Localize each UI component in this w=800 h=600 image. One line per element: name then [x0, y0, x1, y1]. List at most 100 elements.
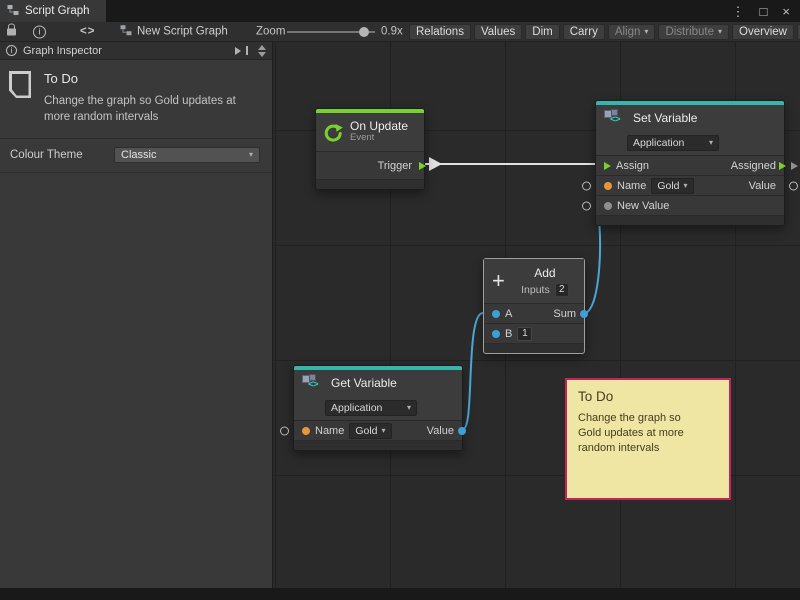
inspector-header: i Graph Inspector — [0, 42, 272, 60]
chevron-down-icon: ▾ — [644, 28, 648, 36]
node-header[interactable]: <> Set Variable — [596, 105, 784, 131]
variable-icon: <> — [604, 109, 626, 127]
dropdown-value: Application — [331, 402, 382, 414]
input-b-row: B 1 — [484, 323, 584, 343]
toolbar-button-relations[interactable]: Relations — [409, 24, 471, 40]
sticky-note-body: Change the graph so Gold updates at more… — [578, 411, 700, 456]
node-header[interactable]: On Update Event — [316, 113, 424, 151]
node-footer — [316, 179, 424, 189]
wire-arrowhead — [429, 157, 442, 171]
node-footer — [484, 343, 584, 353]
scope-dropdown[interactable]: Application ▾ — [627, 135, 719, 151]
name-label: Name — [315, 425, 344, 437]
input-b-label: B — [505, 328, 512, 340]
code-icon[interactable]: <> — [80, 26, 95, 38]
port-assign-input[interactable] — [604, 162, 611, 170]
window-bottom-edge — [0, 588, 800, 600]
lock-icon[interactable] — [7, 28, 16, 35]
sticky-note[interactable]: To Do Change the graph so Gold updates a… — [565, 378, 731, 500]
port-new-value-input[interactable] — [582, 201, 591, 210]
note-icon — [9, 71, 31, 98]
new-value-label: New Value — [617, 200, 669, 212]
tab-title: Script Graph — [25, 5, 90, 17]
close-icon[interactable]: × — [782, 5, 790, 18]
inputs-label: Inputs — [521, 284, 550, 296]
port-sum-output[interactable] — [580, 310, 588, 318]
dropdown-value: Gold — [355, 425, 377, 437]
toolbar-button-dim[interactable]: Dim — [525, 24, 559, 40]
spinner-arrows-icon[interactable] — [258, 45, 266, 57]
name-row: Name Gold ▾ Value — [294, 420, 462, 440]
port-assigned-output[interactable] — [779, 162, 786, 170]
kebab-menu-icon[interactable]: ⋮ — [732, 5, 745, 18]
assigned-label: Assigned — [731, 160, 776, 172]
sum-label: Sum — [553, 308, 576, 320]
chevron-down-icon: ▾ — [382, 427, 386, 435]
zoom-slider-handle[interactable] — [359, 27, 369, 37]
node-on-update[interactable]: On Update Event Trigger — [315, 108, 425, 190]
window-controls: ⋮ □ × — [732, 0, 800, 22]
port-trigger-output[interactable] — [419, 162, 426, 170]
inputs-count-field[interactable]: 2 — [555, 283, 569, 297]
colour-theme-dropdown[interactable]: Classic ▾ — [114, 147, 260, 163]
variable-name-dropdown[interactable]: Gold ▾ — [349, 423, 391, 439]
graph-inspector-panel: i Graph Inspector To Do Change the graph… — [0, 42, 273, 588]
variable-name-dropdown[interactable]: Gold ▾ — [651, 178, 693, 194]
value-label: Value — [749, 180, 776, 192]
button-label: Values — [481, 26, 515, 38]
scope-dropdown[interactable]: Application ▾ — [325, 400, 417, 416]
button-label: Relations — [416, 26, 464, 38]
script-graph-asset-icon — [120, 24, 132, 40]
note-body: Change the graph so Gold updates at more… — [44, 93, 260, 125]
port-name-input[interactable] — [582, 181, 591, 190]
scope-row: Application ▾ — [596, 131, 784, 155]
node-header[interactable]: + Add Inputs 2 — [484, 259, 584, 303]
node-title: Add — [534, 266, 555, 280]
button-label: Align — [615, 26, 641, 38]
colour-theme-label: Colour Theme — [10, 149, 104, 161]
new-value-row: New Value — [596, 195, 784, 215]
node-set-variable[interactable]: <> Set Variable Application ▾ Assign Ass… — [595, 100, 785, 226]
graph-canvas[interactable]: On Update Event Trigger <> Set Variable … — [273, 42, 800, 588]
info-toggle-icon[interactable]: i — [33, 25, 46, 38]
port-value-output[interactable] — [458, 427, 466, 435]
toolbar-button-carry[interactable]: Carry — [563, 24, 605, 40]
toolbar-button-values[interactable]: Values — [474, 24, 522, 40]
value-label: Value — [427, 425, 454, 437]
zoom-value: 0.9x — [381, 26, 403, 38]
toolbar-button-align[interactable]: Align▾ — [608, 24, 656, 40]
port-b-input[interactable] — [492, 330, 500, 338]
tab-bar: Script Graph ⋮ □ × — [0, 0, 800, 22]
wire-getvalue-to-a[interactable] — [463, 313, 483, 429]
node-add[interactable]: + Add Inputs 2 A Sum B 1 — [483, 258, 585, 354]
toolbar-button-distribute[interactable]: Distribute▾ — [658, 24, 729, 40]
port-a-input[interactable] — [492, 310, 500, 318]
loop-arrow-icon — [324, 123, 343, 142]
node-footer — [294, 440, 462, 450]
unity-script-graph-window: Script Graph ⋮ □ × i <> New Script Graph… — [0, 0, 800, 600]
graph-note-section[interactable]: To Do Change the graph so Gold updates a… — [0, 60, 272, 139]
port-value-output[interactable] — [789, 181, 798, 190]
generic-type-dot — [604, 202, 612, 210]
port-name-input[interactable] — [280, 426, 289, 435]
input-a-label: A — [505, 308, 512, 320]
dropdown-value: Classic — [121, 149, 156, 161]
chevron-down-icon: ▾ — [709, 139, 713, 147]
variable-icon: <> — [302, 374, 324, 392]
dropdown-value: Gold — [657, 180, 679, 192]
node-header[interactable]: <> Get Variable — [294, 370, 462, 396]
string-type-dot — [302, 427, 310, 435]
tab-script-graph[interactable]: Script Graph — [0, 0, 106, 22]
assigned-wire-stub-icon — [791, 162, 798, 170]
chevron-down-icon: ▾ — [718, 28, 722, 36]
input-b-value-field[interactable]: 1 — [517, 327, 532, 341]
assign-row: Assign Assigned — [596, 155, 784, 175]
plus-icon: + — [492, 270, 505, 292]
maximize-icon[interactable]: □ — [760, 5, 768, 18]
dock-panel-icon[interactable] — [235, 46, 248, 55]
name-row: Name Gold ▾ Value — [596, 175, 784, 195]
inspector-title: Graph Inspector — [23, 45, 102, 57]
note-title: To Do — [44, 71, 260, 86]
toolbar-button-overview[interactable]: Overview — [732, 24, 794, 40]
node-get-variable[interactable]: <> Get Variable Application ▾ Name Gold … — [293, 365, 463, 451]
